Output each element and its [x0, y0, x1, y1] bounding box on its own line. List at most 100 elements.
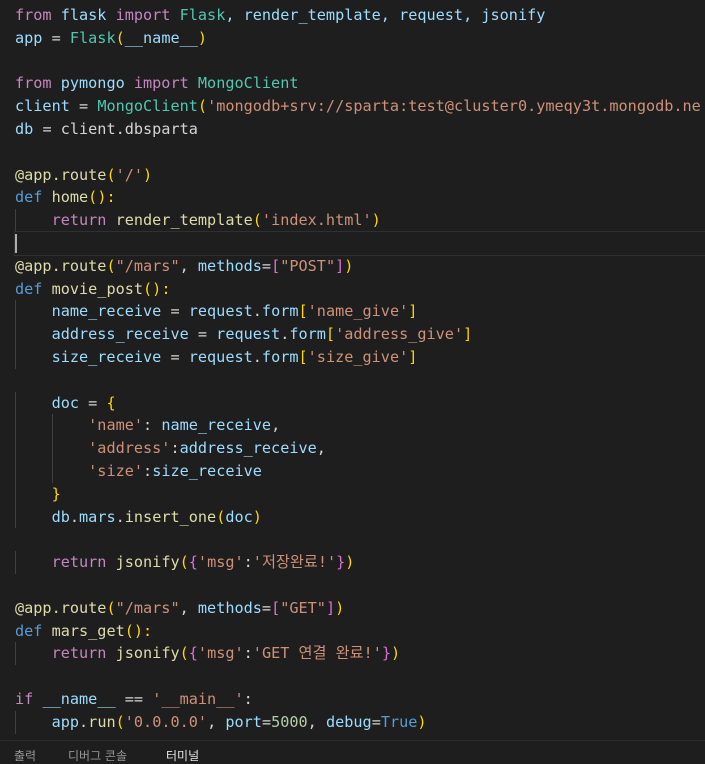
code-token: doc	[15, 393, 80, 412]
code-token: =	[69, 97, 98, 116]
code-token: "POST"	[280, 256, 336, 275]
code-token: "GET"	[280, 598, 326, 617]
code-token: app	[15, 712, 80, 731]
code-line[interactable]: from flask import Flask, render_template…	[15, 4, 705, 27]
code-token: .	[115, 507, 125, 526]
code-editor[interactable]: from flask import Flask, render_template…	[0, 0, 705, 740]
code-token: run	[88, 712, 116, 731]
code-line[interactable]: def mars_get():	[15, 620, 705, 643]
code-token: insert_one	[124, 507, 217, 526]
code-line[interactable]: address_receive = request.form['address_…	[15, 323, 705, 346]
code-token: ():	[143, 279, 171, 298]
code-line[interactable]: @app.route("/mars", methods=["GET"])	[15, 597, 705, 620]
code-line[interactable]: }	[15, 482, 705, 506]
code-token: 'GET 연결 완료!'	[252, 644, 382, 663]
code-token: )	[345, 553, 355, 572]
code-token: = client.dbsparta	[33, 119, 198, 138]
code-line[interactable]	[15, 369, 705, 392]
code-token: )	[417, 712, 427, 731]
code-line[interactable]	[15, 665, 705, 688]
code-line[interactable]: 'address':address_receive,	[15, 437, 705, 460]
code-line[interactable]	[15, 528, 705, 551]
code-line[interactable]	[14, 230, 705, 256]
code-line[interactable]: name_receive = request.form['name_give']	[15, 300, 705, 324]
code-token: home	[51, 188, 89, 207]
code-line[interactable]: doc = {	[15, 391, 705, 415]
code-token: '/'	[115, 165, 144, 184]
code-token: request	[216, 325, 281, 344]
code-token: form	[261, 347, 299, 366]
code-line[interactable]: db.mars.insert_one(doc)	[15, 505, 705, 529]
code-token: )	[197, 28, 208, 47]
code-line[interactable]: app = Flask(__name__)	[15, 27, 705, 50]
code-token: ,	[207, 712, 226, 731]
text-cursor	[15, 233, 17, 253]
code-token: methods	[197, 256, 262, 275]
code-token: db	[15, 507, 70, 526]
code-token: =	[79, 393, 107, 412]
tab-output[interactable]: 출력	[14, 747, 36, 764]
code-token: [	[298, 347, 308, 366]
indent-guide	[15, 482, 16, 506]
code-line[interactable]	[15, 50, 705, 73]
code-token: (	[179, 644, 189, 663]
code-token: debug	[325, 712, 372, 731]
code-token: client	[15, 97, 70, 116]
code-line[interactable]: return jsonify({'msg':'GET 연결 완료!'})	[15, 642, 705, 666]
tab-terminal[interactable]: 터미널	[166, 747, 199, 764]
code-token: [	[271, 598, 281, 617]
code-line[interactable]: from pymongo import MongoClient	[15, 72, 705, 95]
code-line[interactable]: client = MongoClient('mongodb+srv://spar…	[15, 95, 705, 118]
code-token: ==	[115, 689, 153, 708]
code-lines[interactable]: from flask import Flask, render_template…	[14, 4, 705, 734]
indent-guide	[51, 459, 53, 483]
code-token: 5000	[271, 712, 308, 731]
code-line[interactable]: @app.route("/mars", methods=["POST"])	[15, 255, 705, 278]
code-line[interactable]: return render_template('index.html')	[15, 209, 705, 232]
indent-guide	[15, 551, 16, 574]
indent-guide	[15, 505, 16, 529]
code-token: }	[381, 644, 391, 663]
code-line[interactable]: @app.route('/')	[15, 164, 705, 187]
code-line[interactable]: size_receive = request.form['size_give']	[15, 345, 705, 369]
code-token: {	[188, 553, 198, 572]
code-line[interactable]: def home():	[15, 186, 705, 209]
code-token: app	[15, 28, 43, 47]
code-token: {	[106, 393, 116, 412]
code-line[interactable]: if __name__ == '__main__':	[15, 688, 705, 711]
code-token: )	[391, 644, 401, 663]
code-token: ]	[408, 302, 418, 321]
code-line[interactable]: app.run('0.0.0.0', port=5000, debug=True…	[15, 710, 705, 734]
code-token: [	[271, 256, 281, 275]
code-token: 'index.html'	[261, 211, 372, 230]
indent-guide	[15, 209, 16, 232]
code-token: doc	[225, 507, 253, 526]
code-token: port	[225, 712, 262, 731]
code-token: address_receive	[15, 325, 189, 344]
code-line[interactable]: 'name': name_receive,	[15, 414, 705, 438]
indent-guide	[15, 414, 16, 438]
code-line[interactable]: 'size':size_receive	[15, 459, 705, 483]
code-line[interactable]: db = client.dbsparta	[15, 118, 705, 141]
code-token: 'address'	[88, 439, 171, 458]
code-token: __name__	[42, 689, 116, 708]
code-token: =	[161, 302, 189, 321]
indent-guide	[15, 300, 16, 324]
code-line[interactable]: return jsonify({'msg':'저장완료!'})	[15, 551, 705, 574]
code-token: =	[42, 28, 70, 47]
code-token: (	[106, 165, 116, 184]
code-token: (	[106, 256, 116, 275]
code-token: address_receive	[179, 439, 317, 458]
code-token: =	[161, 347, 189, 366]
code-token: =	[371, 712, 381, 731]
code-token: :	[243, 689, 253, 708]
tab-debug-console[interactable]: 디버그 콘솔	[68, 747, 127, 764]
code-token: 'msg'	[197, 553, 244, 572]
code-token: "/mars"	[115, 256, 180, 275]
code-token: .	[252, 302, 262, 321]
code-line[interactable]	[15, 141, 705, 164]
code-line[interactable]: def movie_post():	[15, 278, 705, 301]
code-token: , render_template, request, jsonify	[225, 6, 546, 24]
code-line[interactable]	[15, 574, 705, 597]
